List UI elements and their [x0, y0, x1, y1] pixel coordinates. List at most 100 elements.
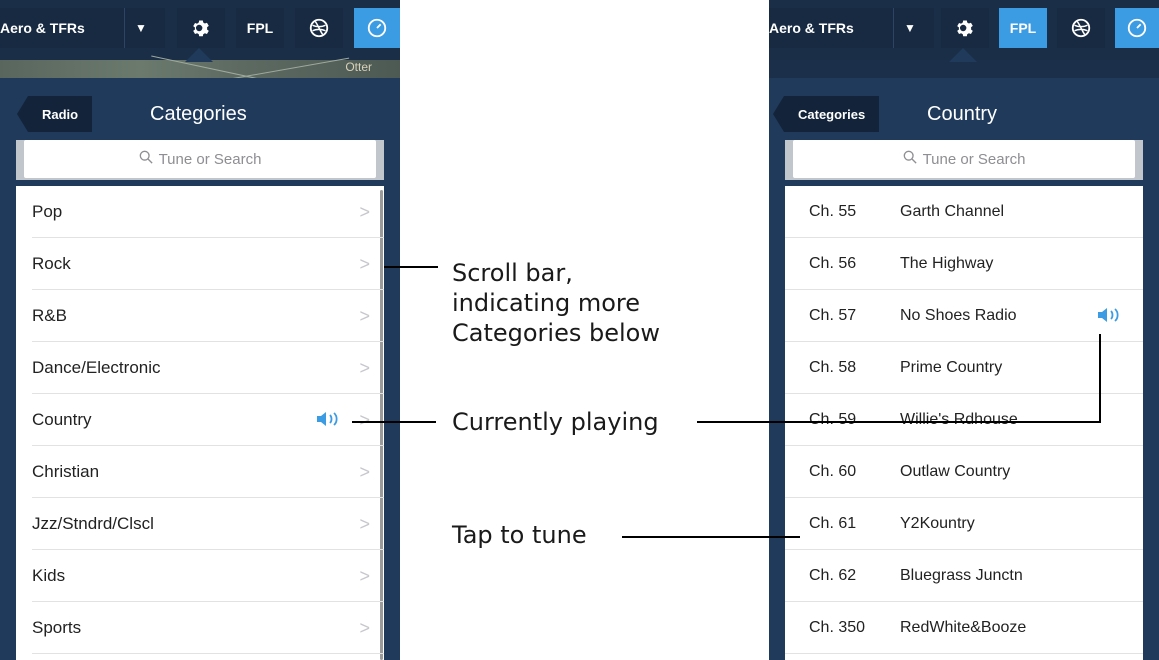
list-item[interactable]: Ch. 55 Garth Channel	[785, 186, 1143, 238]
playing-leader-line-left	[352, 421, 436, 423]
back-button[interactable]: Categories	[772, 96, 880, 132]
map-layer-label: Aero & TFRs	[769, 20, 854, 36]
search-input[interactable]: Tune or Search	[24, 140, 376, 178]
channel-number: Ch. 57	[809, 307, 857, 324]
speaker-icon	[1097, 307, 1123, 328]
fpl-button[interactable]: FPL	[236, 8, 284, 48]
chevron-right-icon: >	[359, 618, 370, 638]
category-label: Christian	[32, 462, 100, 481]
search-placeholder: Tune or Search	[158, 150, 262, 168]
channel-name: Bluegrass Junctn	[900, 567, 1023, 584]
list-item[interactable]: Ch. 62 Bluegrass Junctn	[785, 550, 1143, 602]
channel-number: Ch. 58	[809, 359, 857, 376]
search-icon	[139, 150, 153, 168]
currently-playing-callout: Currently playing	[452, 408, 659, 436]
map-layer-dropdown[interactable]: Aero & TFRs ▼	[769, 8, 934, 48]
channel-name: RedWhite&Booze	[900, 619, 1027, 636]
category-list[interactable]: Pop > Rock > R&B > Dance/Electronic > Country > Ch…	[16, 186, 384, 660]
tap-to-tune-callout: Tap to tune	[452, 521, 587, 549]
nav-bar: Radio Categories	[0, 94, 400, 134]
search-bar: Tune or Search	[16, 140, 384, 180]
chevron-right-icon: >	[359, 306, 370, 326]
chevron-right-icon: >	[359, 202, 370, 222]
row-divider	[785, 653, 1143, 654]
back-button[interactable]: Radio	[16, 96, 93, 132]
playing-leader-line-vertical	[1099, 334, 1101, 423]
list-item[interactable]: Kids >	[16, 550, 384, 602]
speaker-icon	[316, 411, 342, 432]
chevron-right-icon: >	[359, 514, 370, 534]
layers-button[interactable]	[1057, 8, 1105, 48]
list-item[interactable]: Country >	[16, 394, 384, 446]
channel-number: Ch. 56	[809, 255, 857, 272]
channels-panel: Aero & TFRs ▼ FPL Categories Country Tun…	[769, 0, 1159, 660]
map-background	[769, 60, 1159, 78]
channel-number: Ch. 60	[809, 463, 857, 480]
list-item[interactable]: Ch. 59 Willie's Rdhouse	[785, 394, 1143, 446]
list-item[interactable]: Ch. 60 Outlaw Country	[785, 446, 1143, 498]
callout-line: indicating more	[452, 289, 641, 317]
settings-button[interactable]	[177, 8, 225, 48]
list-item[interactable]: Rock >	[16, 238, 384, 290]
search-icon	[903, 150, 917, 168]
list-item[interactable]: Sports >	[16, 602, 384, 654]
category-label: Pop	[32, 202, 63, 221]
callout-line: Scroll bar,	[452, 259, 573, 287]
category-label: Jzz/Stndrd/Clscl	[32, 514, 154, 533]
list-item[interactable]: Pop >	[16, 186, 384, 238]
page-title: Country	[927, 103, 998, 125]
map-line	[230, 57, 350, 80]
chevron-right-icon: >	[359, 462, 370, 482]
list-item[interactable]: Ch. 57 No Shoes Radio	[785, 290, 1143, 342]
category-label: Sports	[32, 618, 82, 637]
page-title: Categories	[150, 103, 247, 125]
category-label: Country	[32, 410, 92, 429]
channel-number: Ch. 350	[809, 619, 866, 636]
chevron-right-icon: >	[359, 358, 370, 378]
chevron-right-icon: >	[359, 566, 370, 586]
channel-name: Y2Kountry	[900, 515, 975, 532]
channel-number: Ch. 59	[809, 411, 857, 428]
settings-button[interactable]	[941, 8, 989, 48]
channel-name: No Shoes Radio	[900, 307, 1017, 324]
search-placeholder: Tune or Search	[922, 150, 1026, 168]
layers-button[interactable]	[295, 8, 343, 48]
channel-name: Garth Channel	[900, 203, 1005, 220]
popover-pointer	[949, 48, 977, 62]
map-layer-label: Aero & TFRs	[0, 20, 85, 36]
scroll-bar-leader-line	[384, 266, 438, 268]
map-place-label: Otter	[345, 60, 372, 74]
callout-line: Categories below	[452, 319, 660, 347]
instruments-button[interactable]	[1115, 8, 1159, 48]
list-item[interactable]: Ch. 61 Y2Kountry	[785, 498, 1143, 550]
radio-popover: Radio Categories Tune or Search Pop > Rock…	[0, 78, 400, 660]
channel-number: Ch. 62	[809, 567, 857, 584]
category-label: Rock	[32, 254, 71, 273]
triangle-down-icon: ▼	[124, 8, 157, 48]
gauge-icon	[366, 17, 388, 39]
search-input[interactable]: Tune or Search	[793, 140, 1135, 178]
list-item[interactable]: Ch. 58 Prime Country	[785, 342, 1143, 394]
channel-name: Willie's Rdhouse	[900, 411, 1018, 428]
list-item[interactable]: Dance/Electronic >	[16, 342, 384, 394]
channel-list[interactable]: Ch. 55 Garth Channel Ch. 56 The Highway Ch. …	[785, 186, 1143, 660]
map-layer-dropdown[interactable]: Aero & TFRs ▼	[0, 8, 165, 48]
gauge-icon	[1126, 17, 1148, 39]
scroll-bar-callout: Scroll bar, indicating more Categories b…	[452, 258, 660, 348]
list-item[interactable]: Ch. 56 The Highway	[785, 238, 1143, 290]
list-item[interactable]: Jzz/Stndrd/Clscl >	[16, 498, 384, 550]
search-bar: Tune or Search	[785, 140, 1143, 180]
globe-icon	[1070, 17, 1092, 39]
list-item[interactable]: R&B >	[16, 290, 384, 342]
globe-icon	[308, 17, 330, 39]
nav-bar: Categories Country	[769, 94, 1159, 134]
channel-name: Outlaw Country	[900, 463, 1011, 480]
chevron-right-icon: >	[359, 410, 370, 430]
fpl-button[interactable]: FPL	[999, 8, 1047, 48]
instruments-button[interactable]	[354, 8, 400, 48]
list-item[interactable]: Ch. 350 RedWhite&Booze	[785, 602, 1143, 654]
list-item[interactable]: Christian >	[16, 446, 384, 498]
gear-icon	[190, 17, 212, 39]
triangle-down-icon: ▼	[893, 8, 926, 48]
category-label: Dance/Electronic	[32, 358, 161, 377]
